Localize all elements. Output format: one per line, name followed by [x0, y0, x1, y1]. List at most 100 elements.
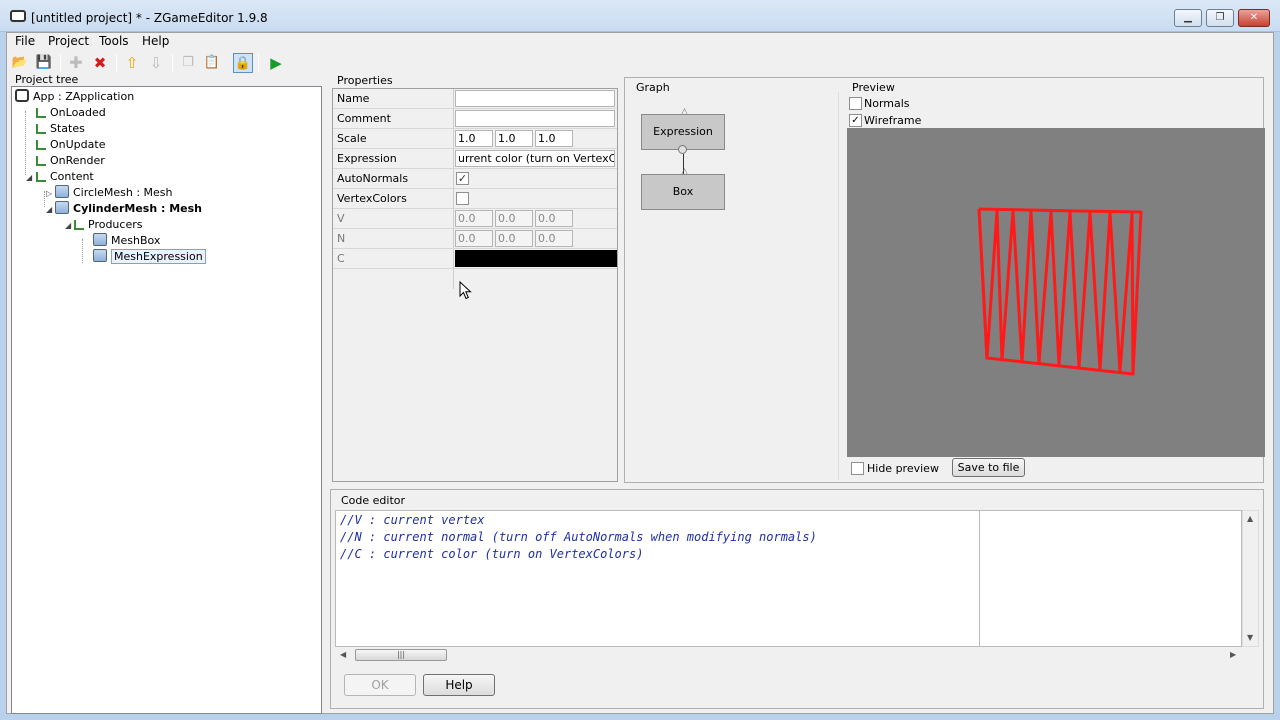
property-name: Name [333, 89, 617, 109]
menu-project[interactable]: Project [48, 34, 89, 48]
scroll-up-icon[interactable]: ▲ [1247, 514, 1253, 523]
tree-node-cylindermesh[interactable]: CylinderMesh : Mesh [55, 201, 202, 217]
property-label: VertexColors [337, 192, 407, 205]
help-button[interactable]: Help [423, 674, 495, 696]
v-x-field[interactable]: 0.0 [455, 210, 493, 227]
tree-node-onloaded[interactable]: OnLoaded [36, 105, 106, 121]
normals-checkbox[interactable] [849, 97, 862, 110]
mesh-icon [55, 201, 69, 214]
n-y-field[interactable]: 0.0 [495, 230, 533, 247]
menu-help[interactable]: Help [142, 34, 169, 48]
tree-node-producers[interactable]: Producers [74, 217, 142, 233]
property-expression: Expression urrent color (turn on VertexC… [333, 149, 617, 169]
property-v: V 0.0 0.0 0.0 [333, 209, 617, 229]
menu-file[interactable]: File [15, 34, 35, 48]
save-icon[interactable]: 💾 [34, 53, 54, 73]
property-label: Comment [337, 112, 391, 125]
scroll-right-icon[interactable]: ▶ [1230, 650, 1236, 659]
branch-icon [36, 172, 46, 182]
hide-preview-label: Hide preview [867, 462, 939, 475]
tree-guide [44, 191, 45, 207]
autonormals-checkbox[interactable]: ✓ [456, 172, 469, 185]
scale-y-field[interactable]: 1.0 [495, 130, 533, 147]
tree-node-states[interactable]: States [36, 121, 85, 137]
mouse-cursor-icon [459, 281, 472, 300]
tree-node-onrender[interactable]: OnRender [36, 153, 105, 169]
code-editor-frame: Code editor //V : current vertex //N : c… [330, 489, 1264, 709]
window-title: [untitled project] * - ZGameEditor 1.9.8 [31, 11, 268, 25]
save-to-file-button[interactable]: Save to file [952, 458, 1025, 477]
toolbar-separator [258, 54, 259, 72]
code-editor-title: Code editor [341, 494, 406, 507]
preview-viewport[interactable] [847, 128, 1265, 457]
code-line: //V : current vertex [340, 513, 485, 527]
name-field[interactable] [455, 90, 615, 107]
v-y-field[interactable]: 0.0 [495, 210, 533, 227]
tree-node-circlemesh[interactable]: CircleMesh : Mesh [55, 185, 173, 201]
tree-guide [82, 239, 83, 263]
minimize-button[interactable]: ▁ [1174, 9, 1202, 27]
paste-icon[interactable]: 📋 [202, 53, 222, 73]
preview-title: Preview [852, 81, 895, 94]
property-label: N [337, 232, 346, 245]
property-n: N 0.0 0.0 0.0 [333, 229, 617, 249]
tree-node-onupdate[interactable]: OnUpdate [36, 137, 105, 153]
tree-node-content[interactable]: Content [36, 169, 94, 185]
vertical-scrollbar[interactable]: ▲ ▼ [1242, 510, 1259, 647]
n-z-field[interactable]: 0.0 [535, 230, 573, 247]
scale-z-field[interactable]: 1.0 [535, 130, 573, 147]
comment-field[interactable] [455, 110, 615, 127]
graph-node-box[interactable]: Box [641, 174, 725, 210]
scroll-thumb[interactable]: ||| [355, 649, 447, 661]
expand-arrow-icon[interactable]: ▷ [46, 189, 52, 198]
expression-field[interactable]: urrent color (turn on VertexColors) [455, 150, 615, 167]
move-up-icon[interactable]: ⇧ [122, 53, 142, 73]
ok-button[interactable]: OK [344, 674, 416, 696]
move-down-icon[interactable]: ⇩ [146, 53, 166, 73]
project-tree[interactable]: App : ZApplication OnLoaded States OnUpd… [11, 86, 322, 714]
property-label: Name [337, 92, 370, 105]
copy-icon[interactable]: ❐ [178, 53, 198, 73]
horizontal-scrollbar[interactable]: ◀ ||| ▶ [335, 647, 1242, 663]
lock-icon[interactable]: 🔒 [233, 53, 253, 73]
tree-node-app[interactable]: App : ZApplication [15, 89, 134, 105]
menu-tools[interactable]: Tools [99, 34, 129, 48]
vertexcolors-checkbox[interactable] [456, 192, 469, 205]
property-vertexcolors: VertexColors [333, 189, 617, 300]
toolbar-separator [116, 54, 117, 72]
scale-x-field[interactable]: 1.0 [455, 130, 493, 147]
collapse-arrow-icon[interactable]: ◢ [65, 221, 71, 230]
toolbar-separator [172, 54, 173, 72]
v-z-field[interactable]: 0.0 [535, 210, 573, 227]
color-swatch[interactable] [455, 250, 617, 267]
scroll-down-icon[interactable]: ▼ [1247, 633, 1253, 642]
maximize-button[interactable]: ❐ [1206, 9, 1234, 27]
project-tree-title: Project tree [15, 73, 79, 86]
tree-node-meshexpression[interactable]: MeshExpression [93, 249, 206, 265]
branch-icon [36, 140, 46, 150]
property-label: Expression [337, 152, 397, 165]
wireframe-label: Wireframe [864, 114, 922, 127]
toolbar-separator [60, 54, 61, 72]
add-icon[interactable]: ✚ [66, 53, 86, 73]
run-icon[interactable]: ▶ [266, 53, 286, 73]
collapse-arrow-icon[interactable]: ◢ [26, 173, 32, 182]
collapse-arrow-icon[interactable]: ◢ [46, 205, 52, 214]
property-label: AutoNormals [337, 172, 409, 185]
code-editor[interactable]: //V : current vertex //N : current norma… [335, 510, 979, 647]
normals-label: Normals [864, 97, 910, 110]
open-folder-icon[interactable]: 📂 [10, 53, 30, 73]
graph-area[interactable]: △ Expression △ Box [633, 92, 839, 480]
graph-preview-frame: Graph △ Expression △ Box Preview Normals… [624, 77, 1265, 483]
n-x-field[interactable]: 0.0 [455, 230, 493, 247]
scroll-left-icon[interactable]: ◀ [340, 650, 346, 659]
hide-preview-checkbox[interactable] [851, 462, 864, 475]
delete-icon[interactable]: ✖ [90, 53, 110, 73]
mesh-box-icon [93, 233, 107, 246]
property-label: V [337, 212, 345, 225]
properties-panel: Name Comment Scale 1.0 1.0 1.0 Expressio… [332, 88, 618, 482]
close-button[interactable]: ✕ [1238, 9, 1270, 27]
title-bar: [untitled project] * - ZGameEditor 1.9.8… [0, 0, 1280, 32]
wireframe-checkbox[interactable]: ✓ [849, 114, 862, 127]
tree-node-meshbox[interactable]: MeshBox [93, 233, 160, 249]
